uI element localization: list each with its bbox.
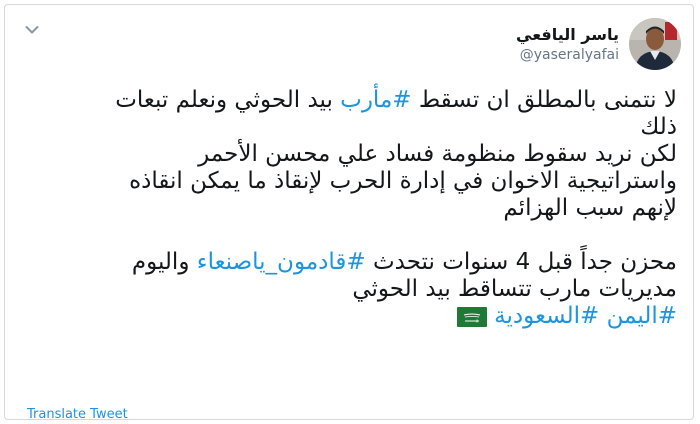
hashtag-saudi[interactable]: #السعودية [494, 303, 599, 329]
tweet-line-text: واليوم [131, 249, 197, 275]
tweet-line: لكن نريد سقوط منظومة فساد علي محسن الأحم… [198, 141, 677, 167]
tweet-line-text: بيد الحوثي ونعلم تبعات [115, 87, 341, 113]
tweet-menu-button[interactable] [19, 17, 45, 43]
tweet-line: لإنهم سبب الهزائم [503, 195, 677, 221]
tweet-line-text: محزن جداً قبل 4 سنوات نتحدث [365, 249, 677, 275]
translate-tweet-link[interactable]: Translate Tweet [27, 407, 128, 422]
tweet-header: ياسر اليافعي @yaseralyafai [516, 13, 681, 75]
author-display-name[interactable]: ياسر اليافعي [516, 25, 619, 44]
avatar[interactable] [629, 18, 681, 70]
tweet-line: محزن جداً قبل 4 سنوات نتحدث #قادمون_ياصن… [17, 249, 677, 276]
tweet-text: لا نتمنى بالمطلق ان تسقط #مأرب بيد الحوث… [17, 87, 677, 334]
tweet-line: #اليمن #السعودية [17, 303, 677, 334]
hashtag-qadimun-ya-sanaa[interactable]: #قادمون_ياصنعاء [197, 249, 366, 275]
chevron-down-icon [25, 26, 39, 34]
saudi-flag-icon [456, 307, 487, 334]
tweet-line: واستراتيجية الاخوان في إدارة الحرب لإنقا… [129, 168, 677, 194]
tweet-blank-line [17, 222, 677, 249]
tweet-line: مديريات مارب تتساقط بيد الحوثي [352, 276, 677, 302]
hashtag-marib[interactable]: #مأرب [340, 87, 411, 113]
tweet-line: ذلك [640, 114, 677, 140]
tweet-line: لا نتمنى بالمطلق ان تسقط #مأرب بيد الحوث… [17, 87, 677, 114]
hashtag-yemen[interactable]: #اليمن [607, 303, 677, 329]
tweet-card: ياسر اليافعي @yaseralyafai لا نتمنى بالم… [4, 4, 694, 422]
author-handle[interactable]: @yaseralyafai [520, 47, 619, 64]
tweet-line-text: لا نتمنى بالمطلق ان تسقط [411, 87, 677, 113]
